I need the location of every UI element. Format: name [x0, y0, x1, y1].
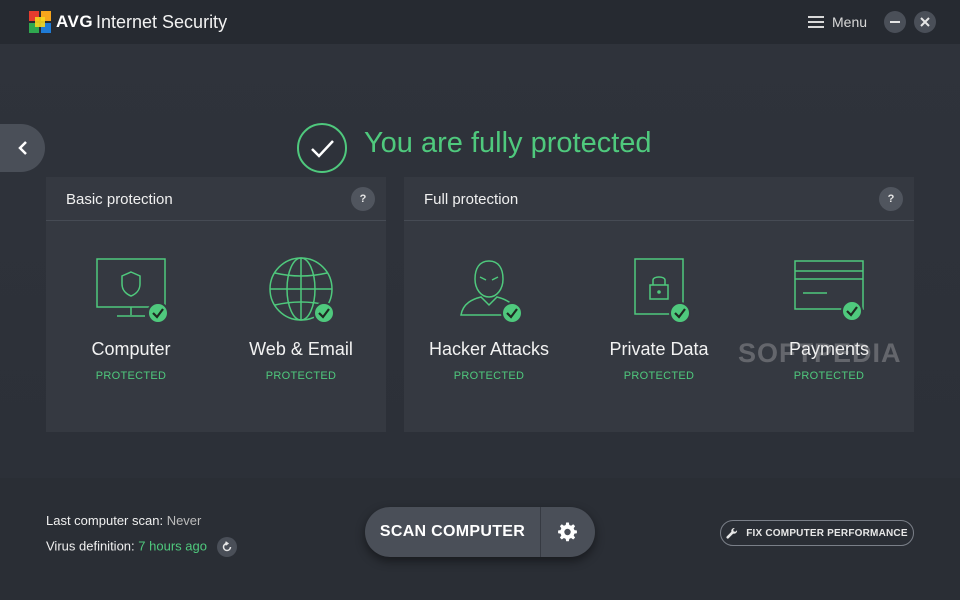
- gear-icon: [558, 522, 577, 542]
- feature-label: Web & Email: [249, 339, 353, 359]
- panel-header: Basic protection ?: [46, 177, 386, 221]
- virus-definition-value[interactable]: 7 hours ago: [138, 538, 207, 553]
- virus-definition-label: Virus definition:: [46, 538, 135, 554]
- help-button[interactable]: ?: [879, 187, 903, 211]
- full-protection-panel: Full protection ? Hacker Attacks PROTECT…: [404, 177, 914, 432]
- feature-status: PROTECTED: [95, 370, 167, 382]
- product-name: Internet Security: [96, 12, 228, 32]
- menu-button[interactable]: Menu: [808, 12, 867, 32]
- hacker-icon: [460, 260, 523, 324]
- credit-card-icon: [794, 260, 864, 322]
- menu-label: Menu: [832, 14, 868, 30]
- brand-name: AVG: [56, 12, 94, 31]
- feature-status: PROTECTED: [793, 370, 865, 382]
- chevron-left-icon: [17, 141, 27, 155]
- virus-definition-info: Virus definition: 7 hours ago: [46, 537, 237, 557]
- minimize-button[interactable]: [884, 11, 906, 33]
- locked-document-icon: [634, 258, 691, 324]
- feature-status: PROTECTED: [265, 370, 337, 382]
- last-scan-info: Last computer scan: Never: [46, 513, 201, 528]
- feature-status: PROTECTED: [453, 370, 525, 382]
- avg-logo-icon: [29, 11, 51, 33]
- feature-web-email[interactable]: Web & Email PROTECTED: [216, 257, 386, 382]
- last-scan-value: Never: [166, 513, 202, 528]
- monitor-shield-icon: [96, 258, 169, 324]
- feature-label: Private Data: [609, 339, 709, 359]
- minimize-icon: [890, 21, 900, 23]
- feature-status: PROTECTED: [623, 370, 695, 382]
- scan-button-group: SCAN COMPUTER: [365, 507, 595, 557]
- feature-hacker-attacks[interactable]: Hacker Attacks PROTECTED: [404, 257, 574, 382]
- help-button[interactable]: ?: [351, 187, 375, 211]
- protection-status-message: You are fully protected: [364, 127, 652, 159]
- title-bar: AVG Internet Security Menu: [0, 0, 960, 44]
- last-scan-label: Last computer scan:: [46, 513, 164, 528]
- feature-computer[interactable]: Computer PROTECTED: [46, 257, 216, 382]
- wrench-icon: [726, 527, 738, 539]
- panel-header: Full protection ?: [404, 177, 914, 221]
- panel-title: Basic protection: [66, 191, 173, 208]
- refresh-icon: [222, 541, 231, 552]
- panel-title: Full protection: [424, 191, 519, 208]
- back-button[interactable]: [0, 124, 45, 172]
- update-definitions-button[interactable]: [216, 537, 237, 557]
- feature-label: Computer: [91, 339, 171, 359]
- globe-icon: [269, 257, 335, 324]
- fix-performance-button[interactable]: FIX COMPUTER PERFORMANCE: [720, 520, 914, 546]
- scan-settings-button[interactable]: [541, 507, 595, 557]
- protected-check-icon: [297, 123, 347, 173]
- main-area: You are fully protected Basic protection…: [0, 44, 960, 478]
- feature-label: Hacker Attacks: [428, 339, 550, 359]
- scan-computer-button[interactable]: SCAN COMPUTER: [365, 507, 540, 557]
- hamburger-icon: [808, 16, 824, 28]
- close-button[interactable]: [914, 11, 936, 33]
- footer-bar: Last computer scan: Never Virus definiti…: [0, 478, 960, 600]
- basic-protection-panel: Basic protection ? Computer PROTECTED We…: [46, 177, 386, 432]
- fix-performance-label: FIX COMPUTER PERFORMANCE: [746, 527, 908, 539]
- close-icon: [920, 17, 930, 27]
- feature-private-data[interactable]: Private Data PROTECTED: [574, 257, 744, 382]
- watermark: SOFTPEDIA: [738, 338, 902, 368]
